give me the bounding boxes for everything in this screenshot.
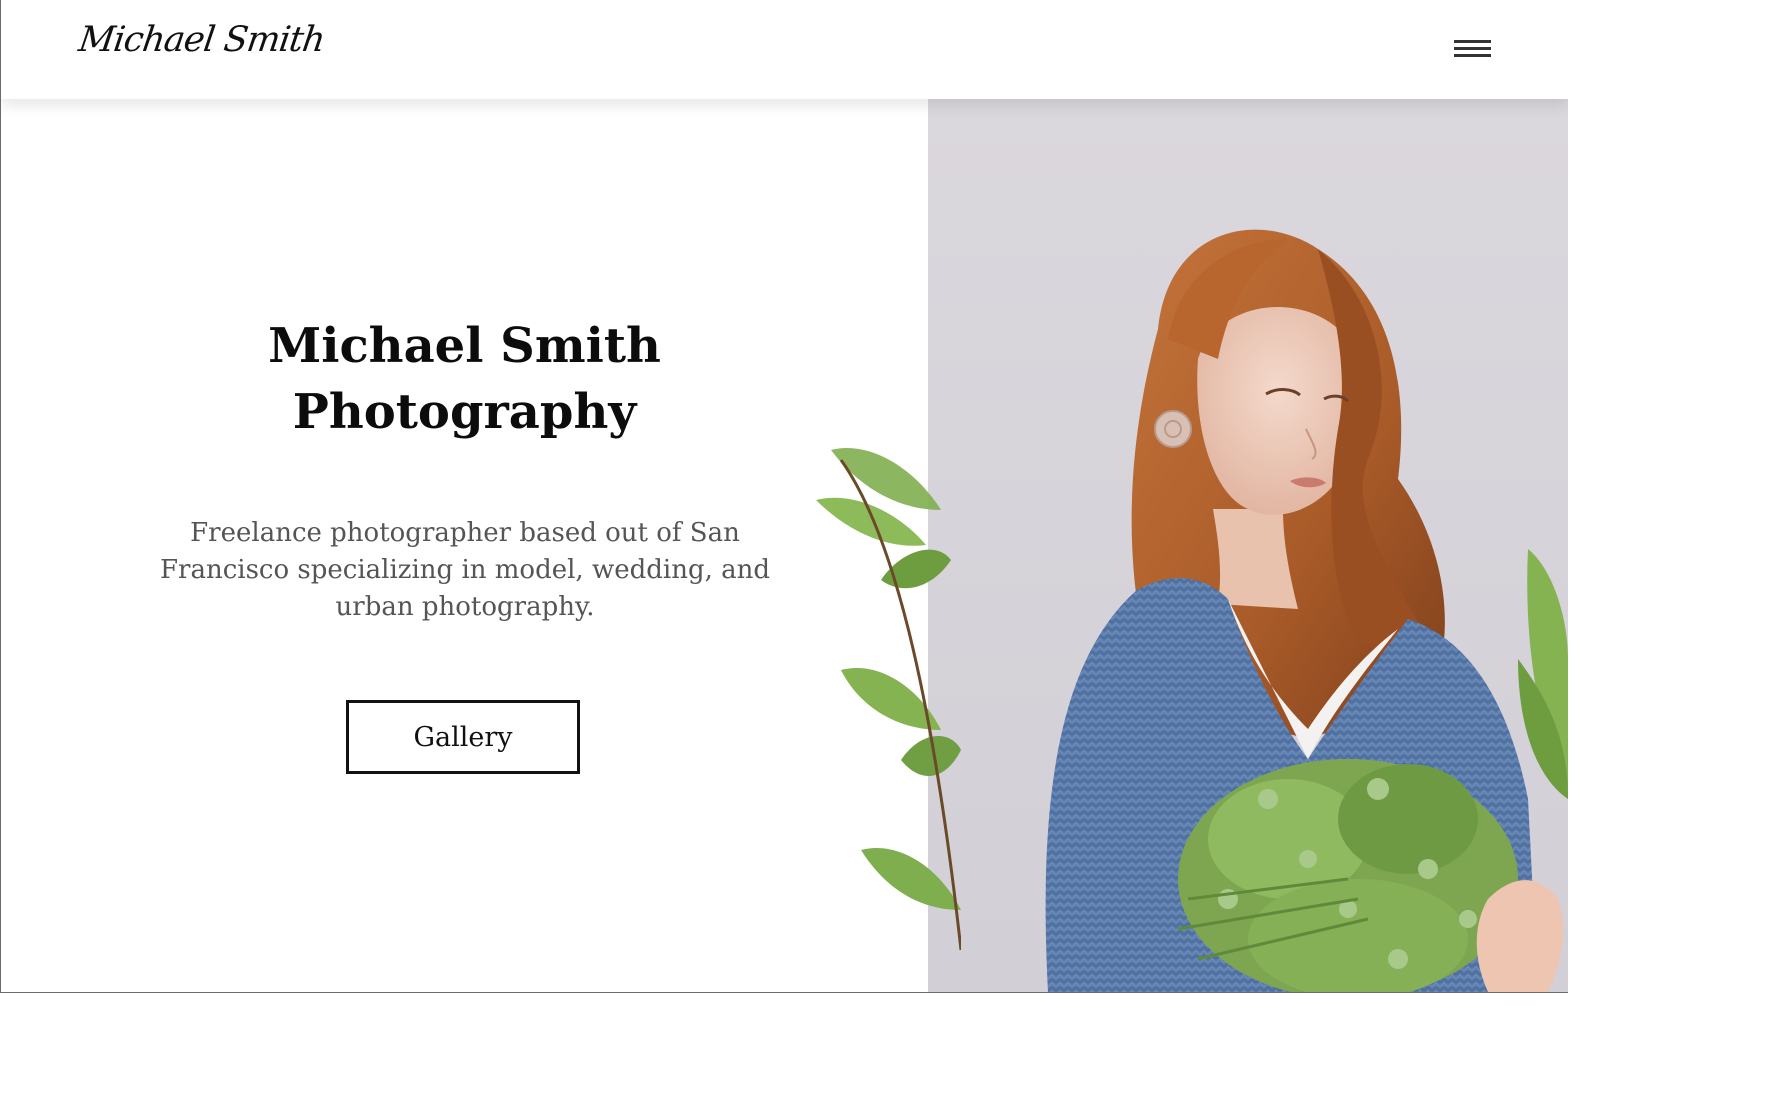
menu-line (1454, 47, 1491, 50)
title-line-1: Michael Smith (268, 318, 661, 374)
portrait-photo (928, 99, 1568, 992)
foliage-left-illustration (816, 448, 961, 951)
portrait-illustration (928, 99, 1568, 992)
hamburger-menu-icon[interactable] (1454, 38, 1491, 62)
menu-line (1454, 40, 1491, 43)
site-header: Michael Smith (1, 0, 1568, 99)
hero-description: Freelance photographer based out of San … (159, 518, 771, 622)
page-title: Michael Smith Photography (1, 313, 928, 445)
page-frame: Michael Smith Michael Smith Photography … (0, 0, 1568, 993)
hero-text-section: Michael Smith Photography Freelance phot… (1, 99, 928, 992)
title-line-2: Photography (292, 384, 637, 440)
logo[interactable]: Michael Smith (76, 20, 327, 60)
gallery-button[interactable]: Gallery (346, 700, 580, 774)
menu-line (1454, 54, 1491, 57)
